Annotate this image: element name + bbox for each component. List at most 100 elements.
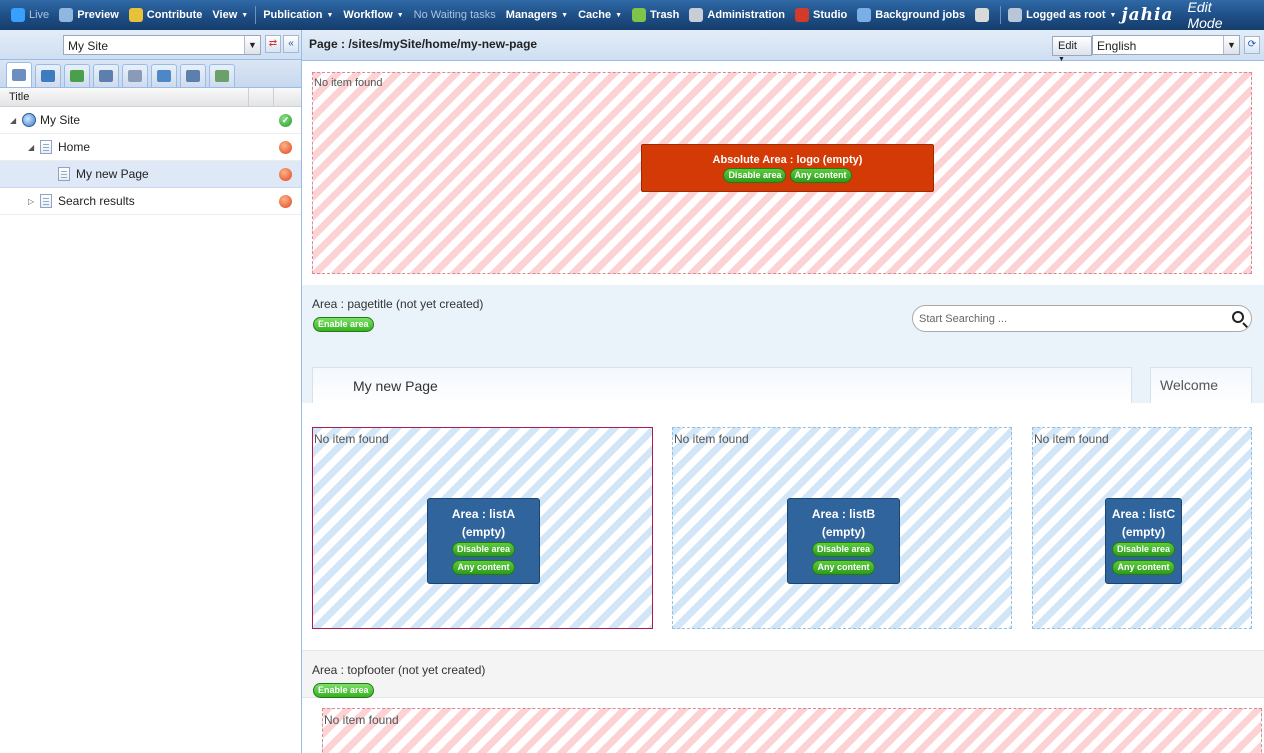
chevron-down-icon: ▼ [1109, 11, 1117, 19]
page-icon [58, 167, 70, 181]
tab-search[interactable] [151, 64, 177, 87]
expand-icon[interactable]: ▷ [28, 197, 34, 206]
menu-item-administration[interactable]: Administration [684, 0, 790, 30]
menu-item-publication[interactable]: Publication ▼ [258, 0, 338, 30]
enable-area-button[interactable]: Enable area [313, 683, 374, 698]
footer-area-zone[interactable]: No item found [322, 708, 1262, 753]
main-panel: Page : /sites/mySite/home/my-new-page Ed… [302, 30, 1264, 753]
any-content-button[interactable]: Any content [1112, 560, 1175, 575]
any-content-button[interactable]: Any content [452, 560, 515, 575]
collapse-icon[interactable]: ◢ [28, 143, 34, 152]
menu-item-label: Publication [263, 9, 323, 21]
background-jobs-icon [857, 8, 872, 22]
tab-welcome[interactable]: Welcome [1150, 367, 1252, 403]
categories-icon [128, 70, 142, 82]
tree-grid-header: Title [0, 88, 301, 107]
menu-item-label: Logged as root [1026, 9, 1106, 21]
menu-item-label: Contribute [146, 9, 203, 21]
user-icon [1008, 8, 1023, 22]
tab-my-new-page[interactable]: My new Page [312, 367, 1132, 403]
list-area-box[interactable]: Area : listB (empty) Disable area Any conte… [787, 498, 900, 584]
list-area-zone[interactable]: No item found Area : listB (empty) Disable … [672, 427, 1012, 629]
site-bar: My Site ▼ ⇄ « [0, 30, 301, 60]
edit-button[interactable]: Edit ▼ [1052, 36, 1092, 63]
no-item-found: No item found [314, 77, 383, 89]
tree-row[interactable]: ◢ Home [0, 134, 301, 161]
menu-item-preview[interactable]: Preview [54, 0, 124, 30]
tab-users[interactable] [35, 64, 61, 87]
tab-my-new-page-label: My new Page [353, 378, 438, 394]
language-value: English [1097, 39, 1137, 53]
chevron-down-icon: ▼ [561, 11, 569, 19]
menu-item-label: Studio [813, 9, 848, 21]
any-content-button[interactable]: Any content [789, 168, 852, 183]
tab-refresh-content[interactable] [64, 64, 90, 87]
enable-area-button[interactable]: Enable area [313, 317, 374, 332]
language-select[interactable]: English ▼ [1092, 35, 1240, 55]
disable-area-button[interactable]: Disable area [1111, 542, 1176, 557]
list-area-box[interactable]: Area : listC (empty) Disable area Any conte… [1105, 498, 1182, 584]
edit-button-label: Edit [1058, 40, 1077, 52]
wrench-icon [689, 8, 704, 22]
tree-row[interactable]: My new Page [0, 161, 301, 188]
tab-categories[interactable] [122, 64, 148, 87]
tab-welcome-label: Welcome [1160, 377, 1219, 393]
tree-row[interactable]: ◢ My Site ✓ [0, 107, 301, 134]
menu-item-background-jobs[interactable]: Background jobs [852, 0, 970, 30]
menu-item-no-waiting-tasks[interactable]: No Waiting tasks [409, 0, 501, 30]
menu-item-cache[interactable]: Cache ▼ [573, 0, 627, 30]
search-input[interactable]: Start Searching ... [912, 305, 1252, 332]
chevron-down-icon[interactable]: ▼ [244, 36, 260, 54]
unpublished-status-icon [279, 140, 292, 154]
menu-item-view[interactable]: View ▼ [207, 0, 253, 30]
menu-item-label: Managers [505, 9, 558, 21]
menu-item-clipboard[interactable] [970, 0, 998, 30]
tab-hierarchy[interactable] [180, 64, 206, 87]
column-header-2[interactable] [249, 88, 274, 106]
search-icon[interactable] [1232, 311, 1244, 323]
content-tree: ◢ My Site ✓ ◢ Home My new Page ▷ Search results [0, 107, 301, 215]
tree-item-label: Search results [58, 194, 135, 208]
disable-area-button[interactable]: Disable area [723, 168, 787, 183]
pages-icon [99, 70, 113, 82]
list-area-box[interactable]: Area : listA (empty) Disable area Any conte… [427, 498, 540, 584]
clipboard-icon [975, 8, 990, 22]
menu-item-label: No Waiting tasks [413, 9, 496, 21]
column-title[interactable]: Title [0, 88, 249, 106]
tree-item-label: My Site [40, 113, 81, 127]
menu-item-label: Workflow [343, 9, 393, 21]
menu-item-workflow[interactable]: Workflow ▼ [338, 0, 408, 30]
chevron-down-icon[interactable]: ▼ [1223, 36, 1239, 54]
content-tree-icon [12, 69, 26, 81]
menu-item-live[interactable]: Live [6, 0, 54, 30]
tab-content-tree[interactable] [6, 62, 32, 87]
list-area-state: (empty) [461, 525, 506, 539]
collapse-icon[interactable]: ◢ [10, 116, 16, 125]
menu-item-contribute[interactable]: Contribute [124, 0, 208, 30]
hierarchy-icon [186, 70, 200, 82]
left-tab-strip [0, 60, 301, 88]
logo-area-box[interactable]: Absolute Area : logo (empty) Disable are… [641, 144, 934, 192]
mode-label: Edit Mode [1187, 0, 1223, 31]
site-select[interactable]: My Site ▼ [63, 35, 261, 55]
main-toolbar: Page : /sites/mySite/home/my-new-page Ed… [302, 30, 1264, 63]
collapse-panel-icon[interactable]: « [283, 35, 299, 53]
tab-pages[interactable] [93, 64, 119, 87]
disable-area-button[interactable]: Disable area [811, 542, 876, 557]
live-icon [11, 8, 25, 22]
disable-area-button[interactable]: Disable area [451, 542, 516, 557]
tree-row[interactable]: ▷ Search results [0, 188, 301, 215]
pagetitle-area-title: Area : pagetitle (not yet created) [312, 297, 484, 311]
list-area-zone[interactable]: No item found Area : listA (empty) Disable … [312, 427, 653, 629]
refresh-icon[interactable]: ⇄ [265, 35, 281, 53]
tab-list[interactable] [209, 64, 235, 87]
menu-item-studio[interactable]: Studio [790, 0, 852, 30]
any-content-button[interactable]: Any content [812, 560, 875, 575]
list-area-zone[interactable]: No item found Area : listC (empty) Disable … [1032, 427, 1252, 629]
menu-item-logged-as-root[interactable]: Logged as root ▼ [1003, 0, 1121, 30]
menu-item-trash[interactable]: Trash [627, 0, 684, 30]
logo-area-zone[interactable]: No item found Absolute Area : logo (empt… [312, 72, 1252, 274]
top-menu-items: Live Preview Contribute View ▼ Publication ▼ Wo… [0, 0, 1121, 30]
menu-item-managers[interactable]: Managers ▼ [501, 0, 573, 30]
refresh-page-icon[interactable]: ⟳ [1244, 36, 1260, 54]
